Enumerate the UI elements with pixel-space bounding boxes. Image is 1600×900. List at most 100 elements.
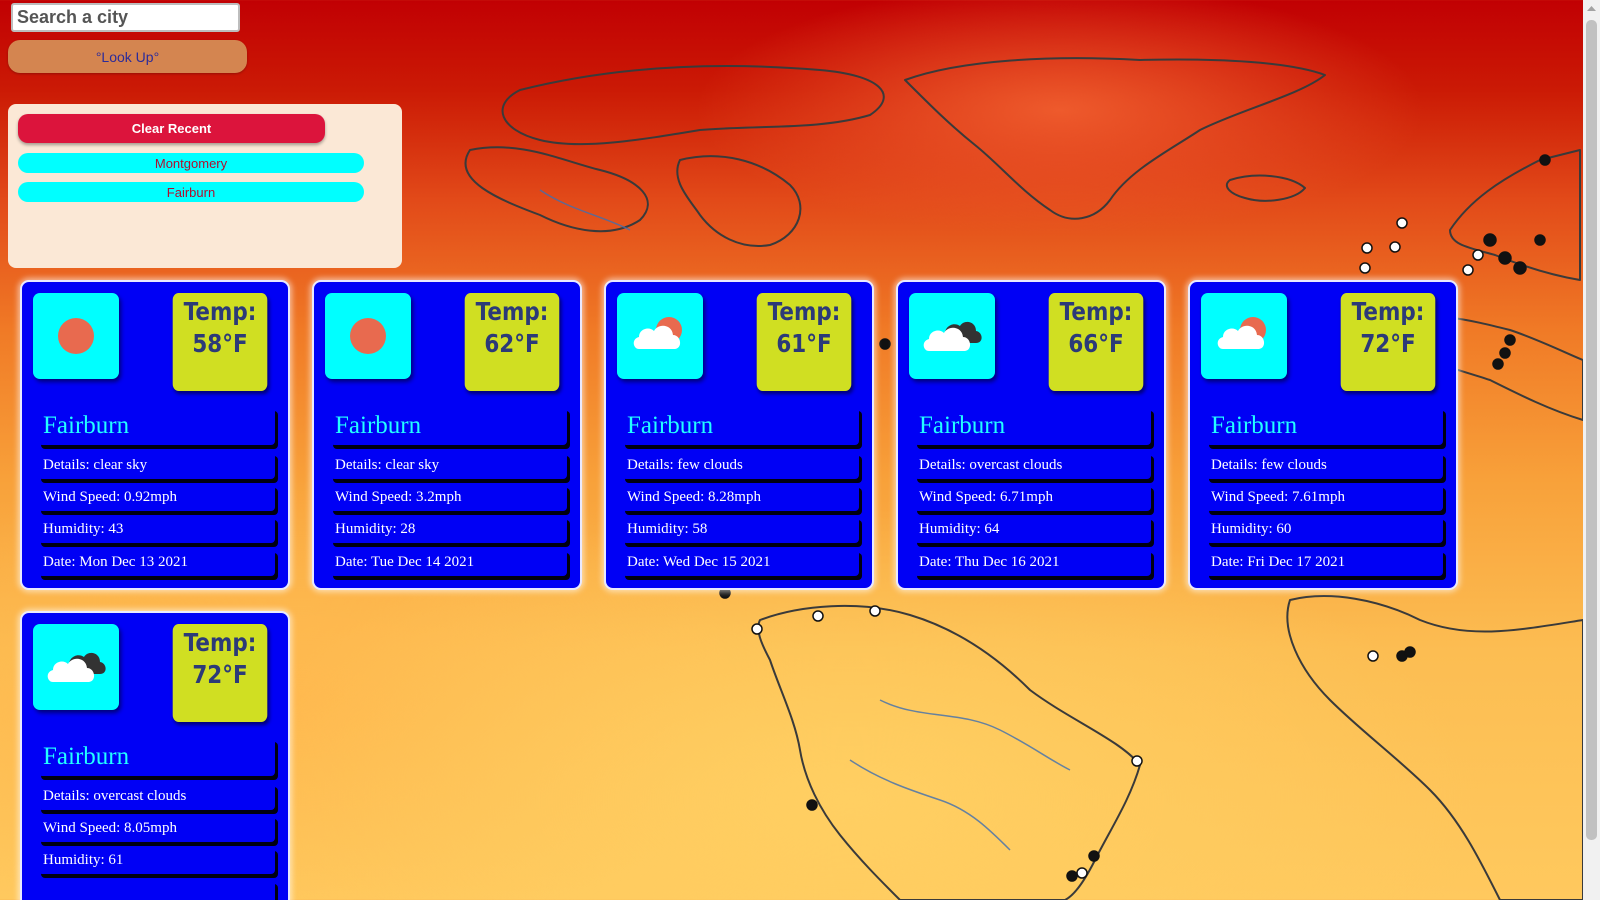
forecast-card: Temp: 62°F Fairburn Details: clear sky Wind … <box>312 280 582 590</box>
weather-details: Details: overcast clouds <box>38 783 275 810</box>
forecast-card: Temp: 58°F Fairburn Details: clear sky Wind … <box>20 280 290 590</box>
few-clouds-icon <box>617 293 703 379</box>
map-coastline <box>464 146 649 233</box>
weather-details: Details: clear sky <box>330 452 567 479</box>
map-marker <box>812 610 824 622</box>
temperature-box: Temp: 58°F <box>172 293 268 391</box>
humidity: Humidity: 28 <box>330 516 567 543</box>
few-clouds-icon <box>1201 293 1287 379</box>
overcast-clouds-icon <box>909 293 995 379</box>
forecast-card: Temp: 72°F Fairburn Details: few clouds Wind… <box>1188 280 1458 590</box>
humidity: Humidity: 58 <box>622 516 859 543</box>
map-marker <box>751 623 763 635</box>
map-marker <box>1472 249 1484 261</box>
wind-speed: Wind Speed: 6.71mph <box>914 484 1151 511</box>
map-coastline <box>1225 174 1306 202</box>
temp-value: 72°F <box>1360 329 1416 358</box>
map-coastline <box>676 155 802 247</box>
map-marker <box>1088 850 1100 862</box>
temp-label: Temp: <box>1059 297 1133 326</box>
map-marker <box>1534 234 1546 246</box>
map-marker <box>1504 334 1516 346</box>
temp-label: Temp: <box>183 628 257 657</box>
sun-icon <box>325 293 411 379</box>
forecast-card: Temp: 72°F Fairburn Details: overcast cloud… <box>20 611 290 900</box>
recent-city-button[interactable]: Montgomery <box>18 153 364 173</box>
map-marker <box>1066 870 1078 882</box>
map-marker <box>1483 233 1497 247</box>
recent-searches-panel: Clear Recent Montgomery Fairburn <box>8 104 402 268</box>
temp-label: Temp: <box>767 297 841 326</box>
map-river <box>849 759 1011 851</box>
humidity: Humidity: 60 <box>1206 516 1443 543</box>
map-river <box>539 189 631 231</box>
humidity: Humidity: 61 <box>38 847 275 874</box>
weather-details: Details: overcast clouds <box>914 452 1151 479</box>
look-up-button[interactable]: °Look Up° <box>8 40 247 73</box>
recent-city-button[interactable]: Fairburn <box>18 182 364 202</box>
humidity: Humidity: 64 <box>914 516 1151 543</box>
temperature-box: Temp: 62°F <box>464 293 560 391</box>
scroll-up-arrow-icon[interactable] <box>1583 0 1600 17</box>
temp-value: 58°F <box>192 329 248 358</box>
map-coastline <box>501 65 885 146</box>
temp-label: Temp: <box>183 297 257 326</box>
weather-details: Details: few clouds <box>622 452 859 479</box>
wind-speed: Wind Speed: 0.92mph <box>38 484 275 511</box>
wind-speed: Wind Speed: 8.28mph <box>622 484 859 511</box>
map-marker <box>1404 646 1416 658</box>
temp-label: Temp: <box>475 297 549 326</box>
sun-icon <box>33 293 119 379</box>
map-marker <box>1462 264 1474 276</box>
map-marker <box>1396 217 1408 229</box>
map-marker <box>869 605 881 617</box>
map-coastline <box>757 604 1141 900</box>
map-coastline <box>904 57 1326 220</box>
map-river <box>879 699 1071 771</box>
clear-recent-button[interactable]: Clear Recent <box>18 114 325 143</box>
forecast-date: Date: Mon Dec 13 2021 <box>38 549 275 576</box>
forecast-date <box>38 880 275 900</box>
city-name: Fairburn <box>38 738 275 776</box>
city-name: Fairburn <box>330 407 567 445</box>
map-marker <box>1513 261 1527 275</box>
map-marker <box>1389 241 1401 253</box>
temp-value: 66°F <box>1068 329 1124 358</box>
map-coastline <box>1286 595 1584 900</box>
scrollbar-thumb[interactable] <box>1586 20 1597 840</box>
temp-value: 72°F <box>192 660 248 689</box>
page-scrollbar[interactable] <box>1583 0 1600 900</box>
weather-details: Details: clear sky <box>38 452 275 479</box>
map-marker <box>1367 650 1379 662</box>
forecast-date: Date: Fri Dec 17 2021 <box>1206 549 1443 576</box>
map-marker <box>1492 358 1504 370</box>
city-name: Fairburn <box>914 407 1151 445</box>
map-marker <box>1359 262 1371 274</box>
map-marker <box>1361 242 1373 254</box>
temp-value: 62°F <box>484 329 540 358</box>
forecast-card: Temp: 61°F Fairburn Details: few clouds Wind… <box>604 280 874 590</box>
temperature-box: Temp: 72°F <box>172 624 268 722</box>
map-marker <box>1498 251 1512 265</box>
map-marker <box>1131 755 1143 767</box>
forecast-date: Date: Wed Dec 15 2021 <box>622 549 859 576</box>
forecast-date: Date: Tue Dec 14 2021 <box>330 549 567 576</box>
map-marker <box>879 338 891 350</box>
city-name: Fairburn <box>622 407 859 445</box>
map-marker <box>806 799 818 811</box>
city-name: Fairburn <box>38 407 275 445</box>
wind-speed: Wind Speed: 8.05mph <box>38 815 275 842</box>
temp-label: Temp: <box>1351 297 1425 326</box>
temp-value: 61°F <box>776 329 832 358</box>
weather-details: Details: few clouds <box>1206 452 1443 479</box>
forecast-date: Date: Thu Dec 16 2021 <box>914 549 1151 576</box>
wind-speed: Wind Speed: 7.61mph <box>1206 484 1443 511</box>
humidity: Humidity: 43 <box>38 516 275 543</box>
temperature-box: Temp: 61°F <box>756 293 852 391</box>
temperature-box: Temp: 72°F <box>1340 293 1436 391</box>
overcast-clouds-icon <box>33 624 119 710</box>
map-marker <box>1076 867 1088 879</box>
search-input[interactable] <box>11 3 240 32</box>
wind-speed: Wind Speed: 3.2mph <box>330 484 567 511</box>
forecast-card: Temp: 66°F Fairburn Details: overcast cloud… <box>896 280 1166 590</box>
